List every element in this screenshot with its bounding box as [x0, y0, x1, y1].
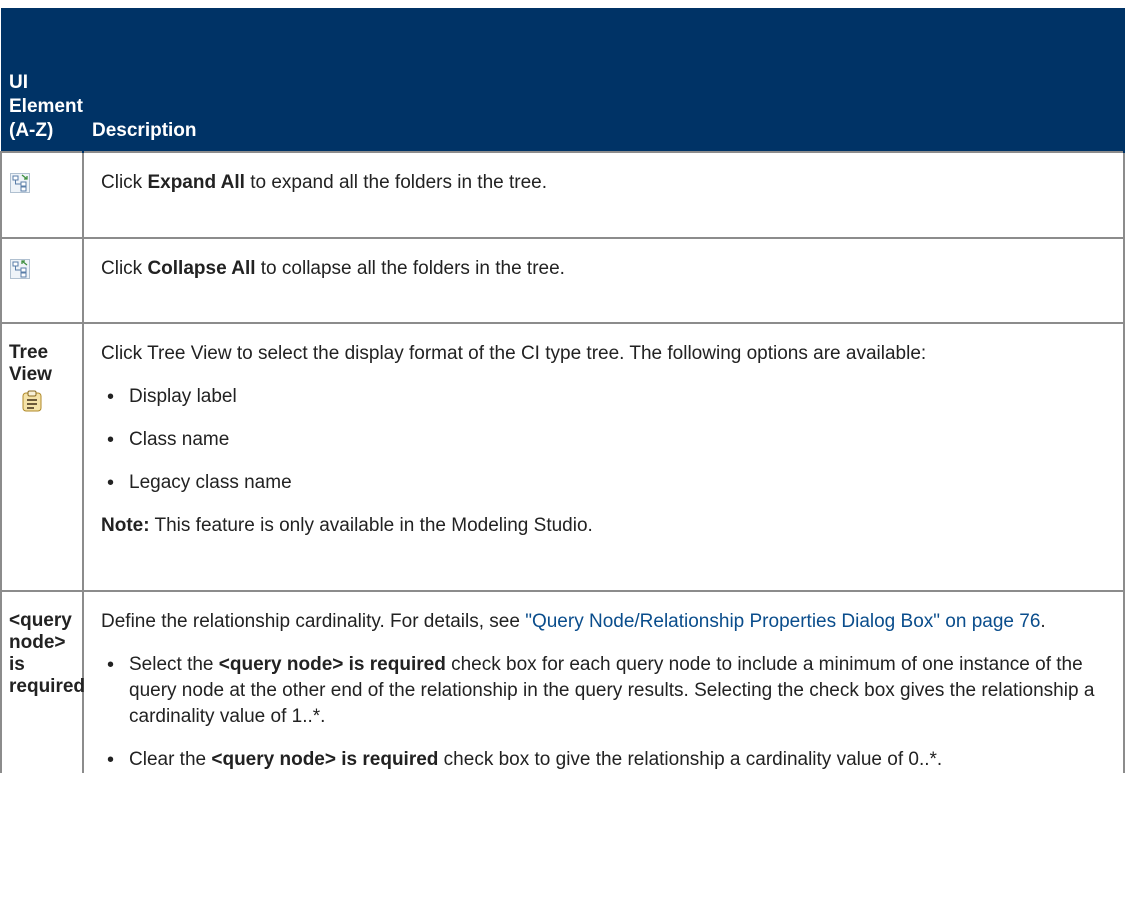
- properties-dialog-link[interactable]: "Query Node/Relationship Properties Dial…: [525, 611, 1040, 632]
- desc-text: Select the: [129, 654, 219, 675]
- description-cell: Click Expand All to expand all the folde…: [82, 151, 1125, 239]
- option-label: <query node> is required: [218, 654, 446, 675]
- header-description: Description: [83, 8, 1125, 152]
- query-node-intro: Define the relationship cardinality. For…: [101, 609, 1111, 635]
- table-row: Click Expand All to expand all the folde…: [0, 151, 1125, 239]
- element-cell: [0, 237, 84, 324]
- desc-text: Define the relationship cardinality. For…: [101, 611, 526, 632]
- list-item: Class name: [101, 427, 1111, 453]
- desc-text: to collapse all the folders in the tree.: [255, 258, 565, 279]
- desc-text: Clear the: [129, 749, 212, 770]
- desc-text: Click: [101, 258, 148, 279]
- table-row: Click Collapse All to collapse all the f…: [0, 237, 1125, 324]
- tree-view-intro: Click Tree View to select the display fo…: [101, 343, 927, 364]
- element-cell: <query node> is required: [0, 590, 86, 773]
- tree-view-options: Display label Class name Legacy class na…: [101, 384, 1111, 496]
- tree-view-label: Tree View: [9, 342, 52, 385]
- list-item: Legacy class name: [101, 470, 1111, 496]
- element-cell: [0, 151, 84, 239]
- query-node-label: <query node> is required: [9, 610, 86, 697]
- query-node-bullets: Select the <query node> is required chec…: [101, 652, 1111, 773]
- element-cell: Tree View: [0, 322, 84, 592]
- collapse-all-icon: [10, 259, 30, 279]
- collapse-all-label: Collapse All: [147, 258, 256, 279]
- ui-element-table: UI Element (A-Z) Description Click Expan…: [0, 8, 1125, 773]
- expand-all-icon: [10, 173, 30, 193]
- description-cell: Define the relationship cardinality. For…: [82, 590, 1125, 773]
- description-cell: Click Collapse All to collapse all the f…: [82, 237, 1125, 324]
- table-row: <query node> is required Define the rela…: [0, 590, 1125, 773]
- option-label: <query node> is required: [211, 749, 439, 770]
- header-ui-element: UI Element (A-Z): [1, 8, 84, 152]
- list-item: Clear the <query node> is required check…: [101, 747, 1111, 773]
- table-header-row: UI Element (A-Z) Description: [1, 8, 1125, 152]
- expand-all-label: Expand All: [147, 172, 245, 193]
- note-paragraph: Note: This feature is only available in …: [101, 513, 1111, 539]
- desc-text: .: [1040, 611, 1046, 632]
- desc-text: to expand all the folders in the tree.: [244, 172, 548, 193]
- desc-text: check box to give the relationship a car…: [438, 749, 943, 770]
- list-item: Display label: [101, 384, 1111, 410]
- note-label: Note:: [101, 515, 150, 536]
- desc-text: Click: [101, 172, 148, 193]
- list-item: Select the <query node> is required chec…: [101, 652, 1111, 730]
- tree-view-icon: [22, 390, 42, 412]
- note-text: This feature is only available in the Mo…: [149, 515, 593, 536]
- table-row: Tree View Click Tree View to select the …: [0, 322, 1125, 592]
- description-cell: Click Tree View to select the display fo…: [82, 322, 1125, 592]
